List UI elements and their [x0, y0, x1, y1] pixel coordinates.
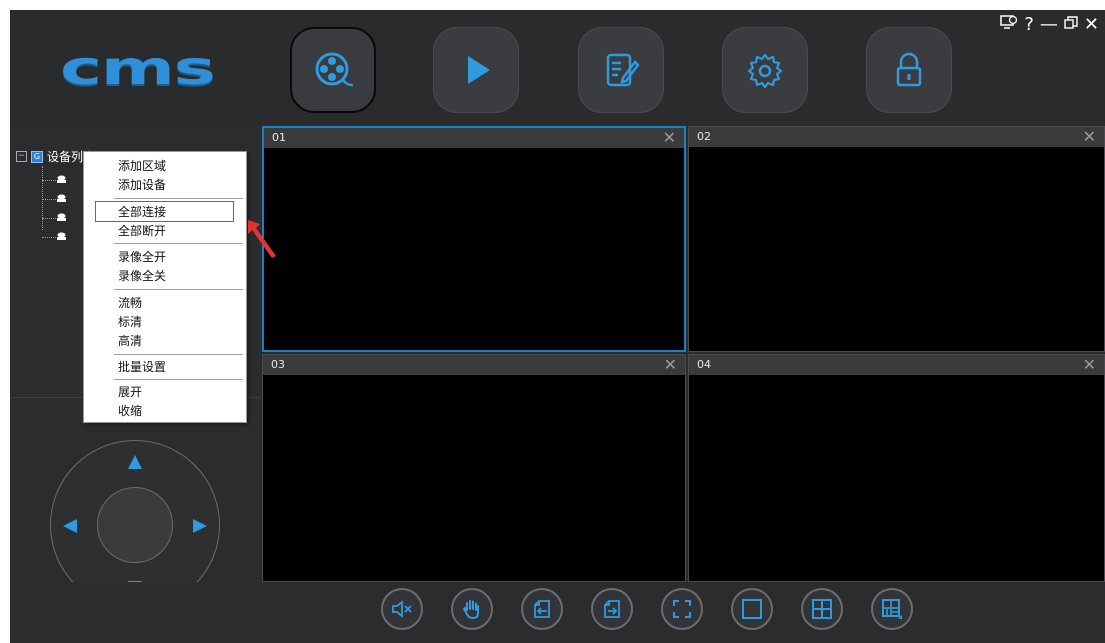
menu-item-record-all-on[interactable]: 录像全开: [118, 248, 166, 266]
menu-item-expand[interactable]: 展开: [118, 383, 142, 401]
single-view-button[interactable]: [731, 588, 773, 630]
camera-icon: [57, 194, 66, 202]
quad-view-icon: [812, 599, 832, 619]
video-grid: 01 ✕ 02 ✕ 03 ✕ 04 ✕: [262, 126, 1105, 582]
fullscreen-button[interactable]: [661, 588, 703, 630]
close-button[interactable]: ✕: [1084, 14, 1099, 35]
menu-item-add-area[interactable]: 添加区域: [118, 157, 166, 175]
multi-view-icon: [882, 599, 902, 619]
tree-camera-item[interactable]: [42, 231, 70, 243]
nav-playback-button[interactable]: [433, 27, 519, 113]
camera-icon: [57, 232, 66, 240]
tree-camera-item[interactable]: [42, 174, 70, 186]
menu-item-smooth[interactable]: 流畅: [118, 294, 142, 312]
film-reel-icon: [315, 52, 353, 87]
nav-live-view-button[interactable]: [290, 27, 376, 113]
video-pane-02[interactable]: 02 ✕: [688, 126, 1105, 352]
restore-icon[interactable]: [1064, 14, 1078, 35]
video-pane-01[interactable]: 01 ✕: [262, 126, 686, 352]
pane-title: 03 ✕: [263, 355, 685, 375]
ptz-center-button[interactable]: [97, 487, 173, 563]
menu-item-collapse[interactable]: 收缩: [118, 402, 142, 420]
play-icon: [468, 56, 490, 84]
pane-close-icon[interactable]: ✕: [663, 128, 676, 148]
gear-icon: [747, 53, 783, 89]
menu-item-record-all-off[interactable]: 录像全关: [118, 267, 166, 285]
export-icon: [604, 600, 620, 618]
menu-separator: [114, 243, 243, 244]
pane-title: 02 ✕: [689, 127, 1104, 147]
menu-separator: [114, 198, 243, 199]
fullscreen-icon: [673, 600, 691, 618]
hand-icon: [462, 600, 479, 620]
tree-camera-item[interactable]: [42, 193, 70, 205]
menu-separator: [114, 354, 243, 355]
mute-button[interactable]: [381, 588, 423, 630]
menu-item-connect-all[interactable]: 全部连接: [118, 203, 166, 221]
menu-item-add-device[interactable]: 添加设备: [118, 176, 166, 194]
nav-log-button[interactable]: [578, 27, 664, 113]
menu-item-disconnect-all[interactable]: 全部断开: [118, 222, 166, 240]
window-controls: ? — ✕: [1000, 14, 1099, 35]
menu-separator: [114, 289, 243, 290]
tree-camera-item[interactable]: [42, 212, 70, 224]
pane-close-icon[interactable]: ✕: [1083, 127, 1096, 147]
camera-icon: [57, 175, 66, 183]
edit-document-icon: [606, 53, 640, 87]
hand-button[interactable]: [451, 588, 493, 630]
nav-lock-button[interactable]: [866, 27, 952, 113]
import-button[interactable]: [521, 588, 563, 630]
ptz-up-arrow-icon[interactable]: [128, 455, 142, 469]
bottom-toolbar: [10, 582, 1105, 643]
ptz-left-arrow-icon[interactable]: [63, 519, 77, 533]
pane-label: 03: [271, 358, 285, 371]
pane-label: 02: [697, 130, 711, 143]
single-view-icon: [742, 599, 762, 619]
multi-view-button[interactable]: [871, 588, 913, 630]
pane-label: 04: [697, 358, 711, 371]
cms-logo: cms: [60, 41, 216, 95]
menu-item-batch-settings[interactable]: 批量设置: [118, 358, 166, 376]
menu-item-hd[interactable]: 高清: [118, 332, 142, 350]
ptz-right-arrow-icon[interactable]: [193, 519, 207, 533]
pane-close-icon[interactable]: ✕: [1083, 355, 1096, 375]
lock-icon: [896, 52, 922, 87]
device-tree-context-menu: 添加区域 添加设备 全部连接 全部断开 录像全开 录像全关 流畅 标清 高清 批…: [83, 151, 247, 423]
device-group-icon: G: [31, 150, 43, 163]
collapse-icon[interactable]: −: [16, 151, 27, 162]
cms-app-window: cms ? — ✕ − G 设备列表 01 ✕ 02 ✕ 03 ✕ 04 ✕ 添…: [10, 10, 1105, 643]
pane-close-icon[interactable]: ✕: [664, 355, 677, 375]
help-button[interactable]: ?: [1024, 14, 1034, 35]
menu-separator: [114, 379, 243, 380]
pane-title: 01 ✕: [264, 128, 684, 148]
quad-view-button[interactable]: [801, 588, 843, 630]
pane-title: 04 ✕: [689, 355, 1104, 375]
monitor-icon[interactable]: [1000, 14, 1018, 35]
red-arrow-annotation-icon: [248, 220, 276, 258]
camera-icon: [57, 213, 66, 221]
export-button[interactable]: [591, 588, 633, 630]
video-pane-04[interactable]: 04 ✕: [688, 354, 1105, 582]
nav-settings-button[interactable]: [722, 27, 808, 113]
import-icon: [534, 600, 550, 618]
menu-item-sd[interactable]: 标清: [118, 313, 142, 331]
top-navigation-bar: cms ? — ✕: [10, 10, 1105, 124]
minimize-button[interactable]: —: [1040, 14, 1058, 35]
video-pane-03[interactable]: 03 ✕: [262, 354, 686, 582]
mute-icon: [392, 600, 412, 618]
pane-label: 01: [272, 131, 286, 144]
